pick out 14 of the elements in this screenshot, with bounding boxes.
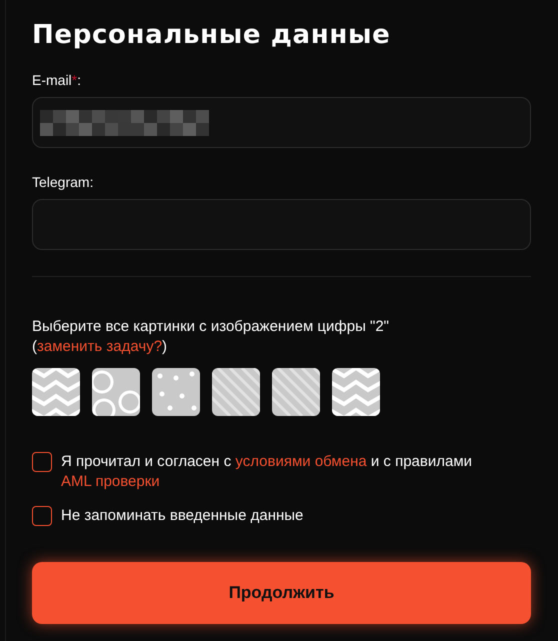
field-label: E-mail*: [32,72,82,88]
input-field[interactable] [32,199,531,250]
captcha-prompt: Выберите все картинки с изображением цифры "2" (заменить задачу?) [32,317,390,357]
field-label: Telegram: [32,174,94,190]
link[interactable]: AML проверки [61,473,160,490]
page-title: Персональные данные [32,19,392,52]
checkbox-label: Я прочитал и согласен с условиями обмена и с правилами AML проверки [61,452,474,492]
checkbox[interactable] [32,452,52,472]
input-field[interactable] [32,97,531,148]
link[interactable]: заменить задачу? [37,338,162,355]
link[interactable]: условиями обмена [235,453,367,470]
continue-button[interactable]: Продолжить [32,562,531,624]
checkbox[interactable] [32,506,52,526]
checkbox-label: Не запоминать введенные данные [61,506,304,526]
